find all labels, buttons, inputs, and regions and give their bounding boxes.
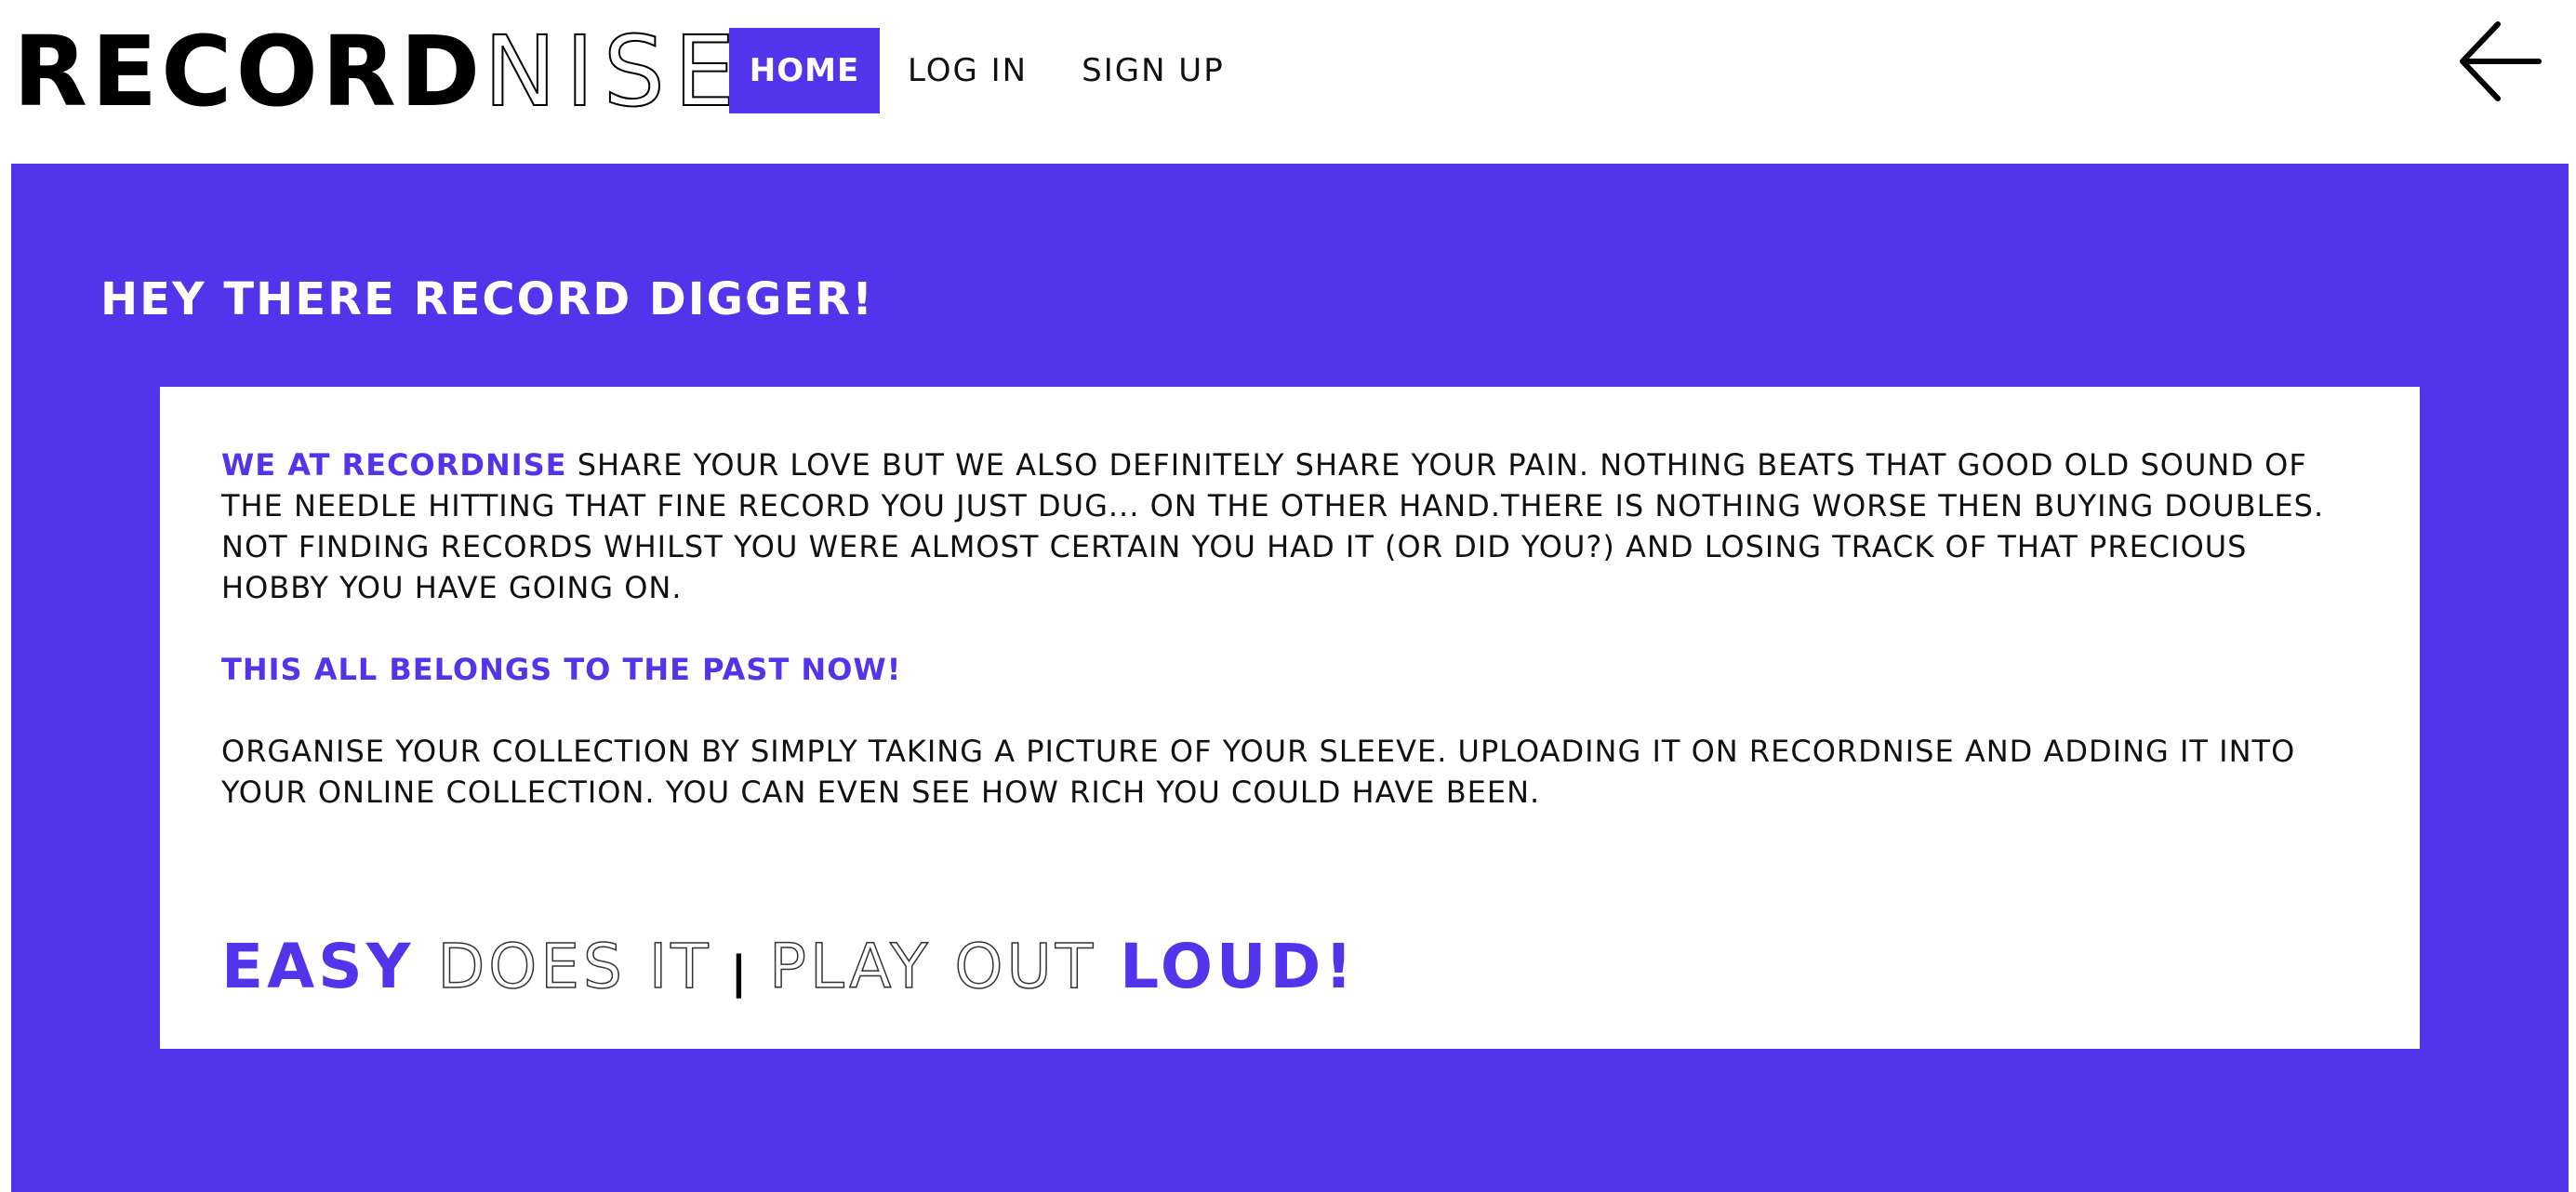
nav-login-link[interactable]: LOG IN (908, 52, 1028, 89)
logo-record: RECORD (13, 15, 485, 128)
main-nav: HOME LOG IN SIGN UP (729, 28, 1251, 113)
tagline-does-it: DOES IT (437, 930, 712, 1003)
tagline-easy: EASY (221, 931, 415, 1002)
nav-home-button[interactable]: HOME (729, 28, 880, 113)
nav-signup-link[interactable]: SIGN UP (1082, 52, 1225, 89)
intro-paragraph: WE AT RECORDNISE SHARE YOUR LOVE BUT WE … (221, 444, 2360, 608)
hero-title: HEY THERE RECORD DIGGER! (100, 273, 875, 325)
tagline-play-out: PLAY OUT (768, 930, 1097, 1003)
tagline-loud: LOUD! (1120, 931, 1357, 1002)
past-now-heading: THIS ALL BELONGS TO THE PAST NOW! (221, 652, 902, 687)
hero-section: HEY THERE RECORD DIGGER! WE AT RECORDNIS… (11, 164, 2569, 1192)
tagline: EASY DOES IT | PLAY OUT LOUD! (221, 930, 1356, 1010)
site-logo[interactable]: RECORDNISE (13, 20, 744, 124)
site-header: RECORDNISE HOME LOG IN SIGN UP (0, 0, 2576, 164)
arrow-left-icon[interactable] (2455, 17, 2544, 106)
logo-nise: NISE (483, 15, 745, 128)
organise-paragraph: ORGANISE YOUR COLLECTION BY SIMPLY TAKIN… (221, 734, 2296, 810)
intro-card: WE AT RECORDNISE SHARE YOUR LOVE BUT WE … (160, 387, 2420, 1049)
intro-highlight: WE AT RECORDNISE (221, 447, 567, 483)
tagline-separator: | (730, 947, 751, 999)
intro-text: WE AT RECORDNISE SHARE YOUR LOVE BUT WE … (221, 444, 2360, 854)
